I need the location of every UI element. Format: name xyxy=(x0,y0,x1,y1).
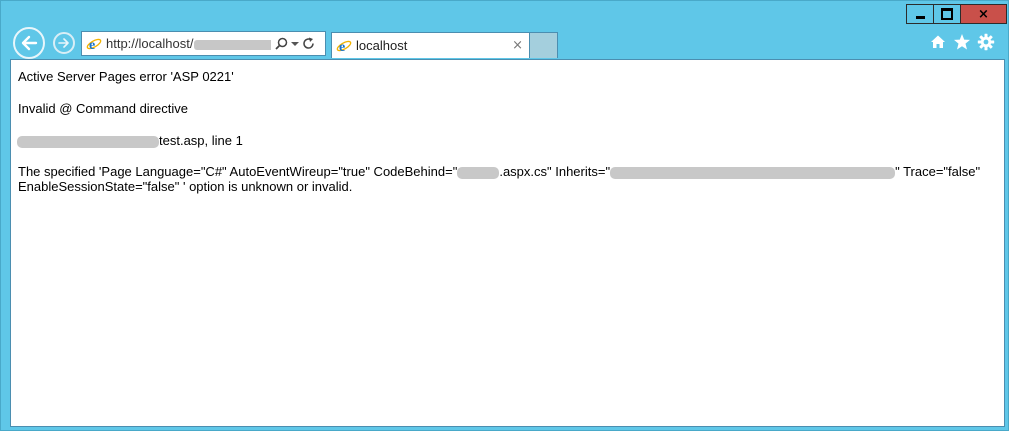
chevron-down-icon[interactable] xyxy=(291,41,299,47)
new-tab-button[interactable] xyxy=(530,32,558,58)
page-content: Active Server Pages error 'ASP 0221' Inv… xyxy=(10,59,1005,427)
detail-text-3: " Trace="false" xyxy=(895,164,981,179)
close-window-button[interactable]: × xyxy=(961,4,1007,24)
svg-text:e: e xyxy=(339,40,345,54)
redacted-path xyxy=(17,135,159,148)
url-field[interactable]: http://localhost/ xyxy=(106,36,271,51)
star-icon[interactable] xyxy=(953,33,971,51)
back-button[interactable] xyxy=(13,27,45,59)
tab-localhost[interactable]: e localhost × xyxy=(331,32,530,58)
window-caption-buttons: × xyxy=(906,4,1007,24)
error-detail-line-2: EnableSessionState="false" ' option is u… xyxy=(18,179,353,194)
error-title: Active Server Pages error 'ASP 0221' xyxy=(18,69,234,84)
error-type: Invalid @ Command directive xyxy=(18,101,188,116)
tab-close-icon[interactable]: × xyxy=(512,38,523,53)
forward-button[interactable] xyxy=(53,32,75,54)
detail-text-2: .aspx.cs" Inherits=" xyxy=(499,164,611,179)
close-icon: × xyxy=(978,6,989,22)
tab-ie-logo-icon: e xyxy=(336,38,352,54)
gear-icon[interactable] xyxy=(977,33,995,51)
maximize-button[interactable] xyxy=(934,4,961,24)
ie-logo-icon: e xyxy=(86,36,102,52)
back-arrow-icon xyxy=(21,35,38,51)
search-icon[interactable] xyxy=(275,37,288,50)
address-bar[interactable]: e http://localhost/ xyxy=(81,31,326,56)
redacted-inherits xyxy=(610,166,896,179)
url-text: http://localhost/ xyxy=(106,36,194,51)
redacted-url xyxy=(194,39,271,50)
forward-arrow-icon xyxy=(58,38,69,48)
refresh-icon[interactable] xyxy=(302,37,315,50)
minimize-button[interactable] xyxy=(906,4,934,24)
browser-window: × e http://localhost/ e localhost × Acti… xyxy=(0,0,1009,431)
minimize-icon xyxy=(915,15,925,19)
svg-text:e: e xyxy=(89,38,95,52)
toolbar-right xyxy=(929,33,995,51)
home-icon[interactable] xyxy=(929,33,947,51)
error-location-text: test.asp, line 1 xyxy=(159,133,243,148)
address-tools xyxy=(275,37,315,50)
error-location: test.asp, line 1 xyxy=(17,133,243,148)
maximize-icon xyxy=(941,8,953,20)
detail-text-1: The specified 'Page Language="C#" AutoEv… xyxy=(18,164,458,179)
error-detail-line-1: The specified 'Page Language="C#" AutoEv… xyxy=(18,164,998,179)
redacted-codebehind xyxy=(457,166,500,179)
tab-title: localhost xyxy=(356,38,408,53)
error-detail: The specified 'Page Language="C#" AutoEv… xyxy=(18,164,998,194)
